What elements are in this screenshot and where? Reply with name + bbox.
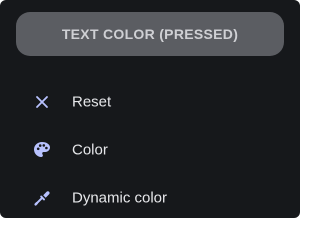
menu-item-label: Color: [72, 141, 108, 159]
menu-item-dynamic-color[interactable]: Dynamic color: [0, 174, 300, 218]
popup-menu-panel: TEXT COLOR (PRESSED) Reset Color Dynamic…: [0, 0, 300, 218]
menu-item-label: Reset: [72, 93, 112, 111]
menu-item-color[interactable]: Color: [0, 126, 300, 174]
palette-icon: [32, 140, 52, 160]
menu-item-label: Dynamic color: [72, 189, 168, 207]
close-icon: [32, 92, 52, 112]
text-color-pressed-button[interactable]: TEXT COLOR (PRESSED): [16, 12, 284, 56]
eyedropper-icon: [32, 188, 52, 208]
menu-list: Reset Color Dynamic color: [0, 78, 300, 218]
menu-item-reset[interactable]: Reset: [0, 78, 300, 126]
